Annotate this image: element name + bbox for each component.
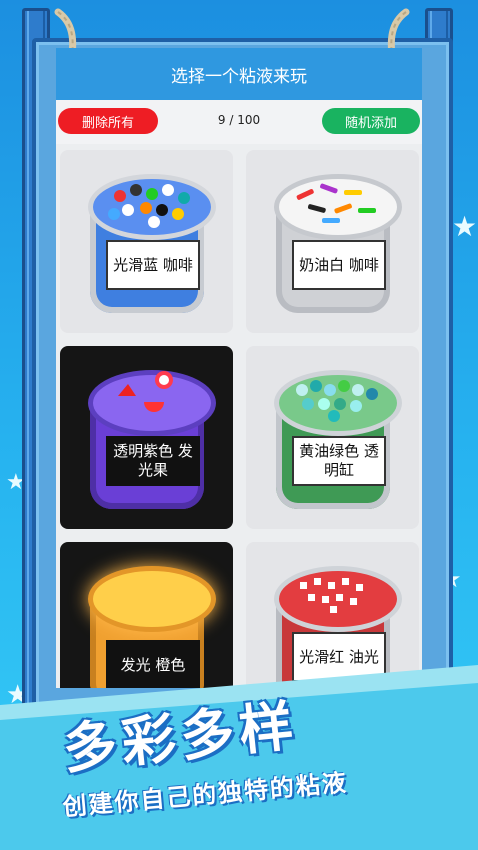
slime-surface: [88, 566, 216, 632]
slime-toppings-icon: [300, 578, 363, 613]
slime-selection-panel: 选择一个粘液来玩 删除所有 9 / 100 随机添加 光滑蓝 咖啡 奶油白 咖啡…: [56, 48, 422, 688]
slime-card[interactable]: 透明紫色 发光果: [60, 346, 233, 529]
star-icon: ★: [452, 210, 478, 243]
slime-name-label: 奶油白 咖啡: [292, 240, 386, 290]
slime-toppings-icon: [296, 183, 376, 223]
page-title: 选择一个粘液来玩: [56, 48, 422, 100]
slime-card[interactable]: 光滑蓝 咖啡: [60, 150, 233, 333]
slime-name-label: 黄油绿色 透明缸: [292, 436, 386, 486]
slime-card[interactable]: 奶油白 咖啡: [246, 150, 419, 333]
toolbar: 删除所有 9 / 100 随机添加: [56, 100, 422, 144]
slime-toppings-icon: [108, 184, 190, 228]
slime-name-label: 透明紫色 发光果: [106, 436, 200, 486]
random-add-button[interactable]: 随机添加: [322, 108, 420, 134]
slime-toppings-icon: [296, 380, 378, 422]
fruit-toppings-icon: [118, 371, 173, 412]
slime-card[interactable]: 黄油绿色 透明缸: [246, 346, 419, 529]
slime-name-label: 光滑蓝 咖啡: [106, 240, 200, 290]
